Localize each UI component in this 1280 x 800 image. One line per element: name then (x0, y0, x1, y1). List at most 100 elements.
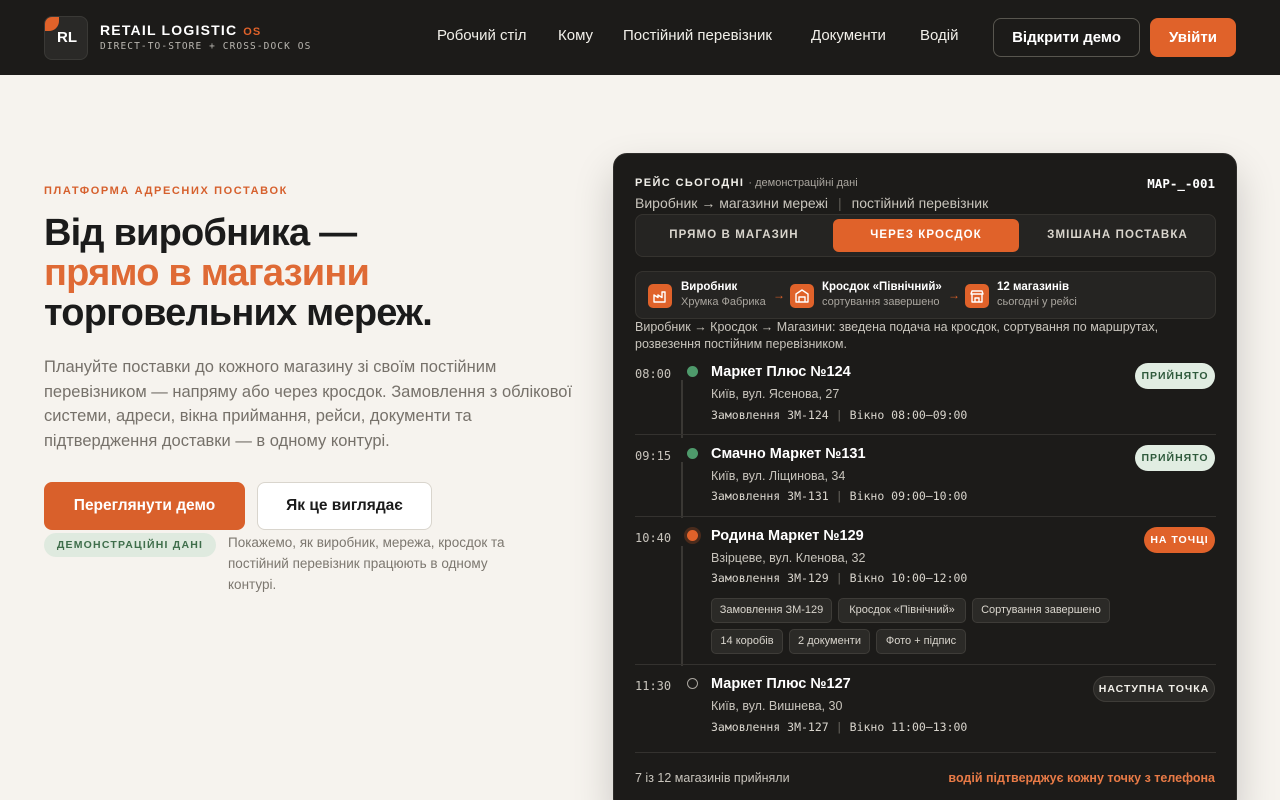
stop-address: Київ, вул. Вишнева, 30 (711, 699, 843, 713)
brand-tagline: DIRECT-TO-STORE + CROSS-DOCK OS (100, 41, 312, 52)
factory-icon (648, 284, 672, 308)
driver-confirmation-note: водій підтверджує кожну точку з телефона (948, 771, 1215, 785)
tab-mixed-delivery[interactable]: ЗМІШАНА ПОСТАВКА (1024, 219, 1211, 252)
flow-step-crossdock: Кросдок «Північний» (822, 281, 942, 293)
top-navigation-bar: RL RETAIL LOGISTIC OS DIRECT-TO-STORE + C… (0, 0, 1280, 75)
carrier-text: постійний перевізник (851, 195, 989, 211)
detail-chip: 2 документи (789, 629, 870, 654)
nav-item-desktop[interactable]: Робочий стіл (437, 27, 527, 44)
timeline-line (681, 462, 683, 518)
detail-chip: Сортування завершено (972, 598, 1110, 623)
flow-step-stores-sub: сьогодні у рейсі (997, 296, 1077, 308)
hero-title-line-3: торговельних мереж. (44, 292, 433, 334)
nav-item-carrier[interactable]: Постійний перевізник (623, 27, 772, 44)
how-it-looks-button[interactable]: Як це виглядає (257, 482, 432, 530)
stop-status-dot (687, 678, 698, 689)
meta-separator: | (835, 720, 843, 734)
meta-separator: | (835, 571, 843, 585)
detail-chip: Кросдок «Північний» (838, 598, 966, 623)
stop-window: Вікно 08:00–09:00 (849, 408, 968, 422)
stop-time: 11:30 (635, 679, 672, 693)
route-text: Виробник → магазини мережі (635, 195, 829, 211)
nav-item-to-whom[interactable]: Кому (558, 27, 593, 44)
timeline-line (681, 380, 683, 438)
stop-address: Київ, вул. Ясенова, 27 (711, 387, 840, 401)
open-demo-button[interactable]: Відкрити демо (993, 18, 1140, 57)
stop-meta: Замовлення ЗМ-124 | Вікно 08:00–09:00 (711, 408, 967, 422)
stop-divider (635, 664, 1216, 665)
accepted-count: 7 із 12 магазинів прийняли (635, 771, 790, 785)
stop-divider (635, 752, 1216, 753)
detail-chip: Замовлення ЗМ-129 (711, 598, 832, 623)
stop-status-dot (687, 448, 698, 459)
stop-meta: Замовлення ЗМ-131 | Вікно 09:00–10:00 (711, 489, 967, 503)
stop-order: Замовлення ЗМ-127 (711, 720, 829, 734)
stop-address: Взірцеве, вул. Кленова, 32 (711, 551, 866, 565)
stop-order: Замовлення ЗМ-129 (711, 571, 829, 585)
logo-letters: RL (57, 29, 77, 46)
stop-status-dot (687, 366, 698, 377)
panel-route: Виробник → магазини мережі | постійний пер… (635, 195, 988, 211)
meta-separator: | (835, 408, 843, 422)
stop-order: Замовлення ЗМ-131 (711, 489, 829, 503)
status-badge: НАСТУПНА ТОЧКА (1093, 676, 1215, 702)
flow-step-producer-sub: Хрумка Фабрика (681, 296, 766, 308)
hero-title-line-1: Від виробника — (44, 212, 357, 254)
brand-name-text: RETAIL LOGISTIC (100, 22, 238, 38)
hero-lead: Плануйте поставки до кожного магазину зі… (44, 358, 573, 450)
stop-time: 08:00 (635, 367, 672, 381)
warehouse-icon (790, 284, 814, 308)
hero-kicker: ПЛАТФОРМА АДРЕСНИХ ПОСТАВОК (44, 185, 288, 197)
arrow-right-icon: → (948, 288, 960, 302)
stop-status-dot (687, 530, 698, 541)
stop-time: 09:15 (635, 449, 672, 463)
stop-window: Вікно 10:00–12:00 (849, 571, 968, 585)
nav-item-driver[interactable]: Водій (920, 27, 958, 44)
stop-window: Вікно 09:00–10:00 (849, 489, 968, 503)
store-icon (965, 284, 989, 308)
stop-name[interactable]: Маркет Плюс №124 (711, 364, 851, 380)
detail-chip: 14 коробів (711, 629, 783, 654)
stop-name[interactable]: Маркет Плюс №127 (711, 676, 851, 692)
status-badge: ПРИЙНЯТО (1135, 363, 1215, 389)
panel-title-text: РЕЙС СЬОГОДНІ (635, 177, 745, 189)
flow-step-crossdock-sub: сортування завершено (822, 296, 940, 308)
tab-direct-to-store[interactable]: ПРЯМО В МАГАЗИН (640, 219, 828, 252)
trip-panel: РЕЙС СЬОГОДНІ · демонстраційні дані МАР-_… (613, 153, 1237, 800)
status-badge: НА ТОЧЦІ (1144, 527, 1215, 553)
supply-flow: Виробник Хрумка Фабрика → Кросдок «Півні… (635, 271, 1216, 319)
logo[interactable]: RL (44, 16, 88, 60)
demo-data-badge: ДЕМОНСТРАЦІЙНІ ДАНІ (44, 533, 216, 557)
brand-name-suffix: OS (243, 26, 262, 38)
hero-title-line-2: прямо в магазини (44, 252, 370, 294)
stop-address: Київ, вул. Ліщинова, 34 (711, 469, 846, 483)
stop-divider (635, 434, 1216, 435)
flow-description: Виробник → Кросдок → Магазини: зведена п… (635, 320, 1159, 351)
route-code: МАР-_-001 (1147, 176, 1215, 191)
meta-separator: | (835, 489, 843, 503)
stop-time: 10:40 (635, 531, 672, 545)
timeline-line (681, 546, 683, 666)
route-separator: | (838, 195, 842, 211)
delivery-mode-tabs: ПРЯМО В МАГАЗИН ЧЕРЕЗ КРОСДОК ЗМІШАНА ПО… (635, 214, 1216, 257)
login-button[interactable]: Увійти (1150, 18, 1236, 57)
panel-title: РЕЙС СЬОГОДНІ · демонстраційні дані (635, 177, 858, 189)
tab-cross-dock[interactable]: ЧЕРЕЗ КРОСДОК (833, 219, 1019, 252)
stop-order: Замовлення ЗМ-124 (711, 408, 829, 422)
status-badge: ПРИЙНЯТО (1135, 445, 1215, 471)
panel-title-sub: · демонстраційні дані (748, 177, 858, 189)
view-demo-button[interactable]: Переглянути демо (44, 482, 245, 530)
stop-window: Вікно 11:00–13:00 (849, 720, 968, 734)
stop-name[interactable]: Родина Маркет №129 (711, 528, 864, 544)
stop-name[interactable]: Смачно Маркет №131 (711, 446, 866, 462)
stop-meta: Замовлення ЗМ-129 | Вікно 10:00–12:00 (711, 571, 967, 585)
hero-note: Покажемо, як виробник, мережа, кросдок т… (228, 535, 505, 592)
flow-step-stores: 12 магазинів (997, 281, 1070, 293)
flow-step-producer: Виробник (681, 281, 738, 293)
arrow-right-icon: → (773, 288, 785, 302)
detail-chip: Фото + підпис (876, 629, 966, 654)
stop-divider (635, 516, 1216, 517)
nav-item-documents[interactable]: Документи (811, 27, 886, 44)
stop-meta: Замовлення ЗМ-127 | Вікно 11:00–13:00 (711, 720, 967, 734)
brand-name: RETAIL LOGISTIC OS (100, 22, 261, 38)
